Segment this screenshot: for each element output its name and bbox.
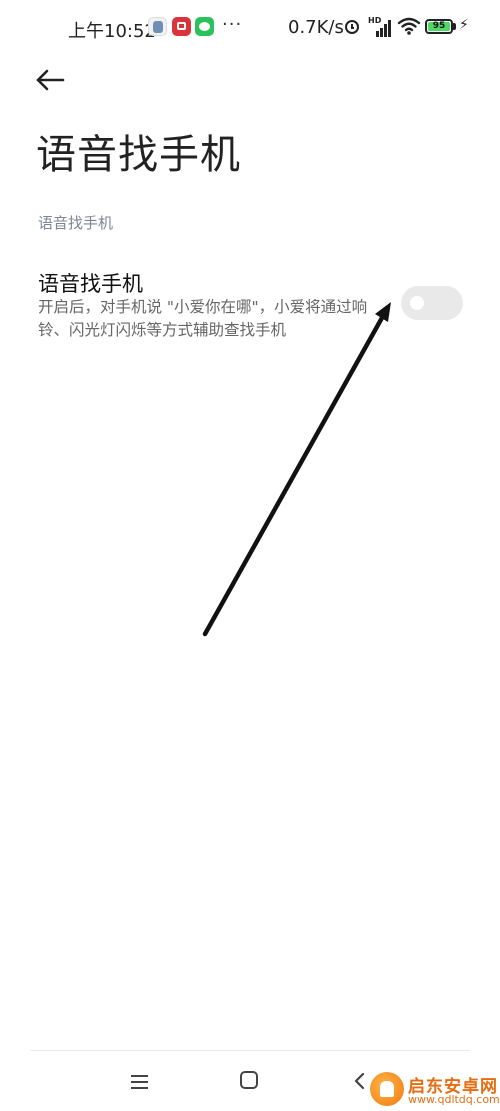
battery-icon: 95 bbox=[425, 19, 453, 34]
nav-divider bbox=[30, 1050, 470, 1051]
wifi-icon bbox=[397, 16, 421, 36]
battery-level: 95 bbox=[432, 21, 446, 31]
setting-description: 开启后，对手机说 "小爱你在哪"，小爱将通过响铃、闪光灯闪烁等方式辅助查找手机 bbox=[38, 298, 368, 339]
phone-screen: 上午10:52 ··· 0.7K/s HD 95 ⚡ 语音找手机 语音找手机 语… bbox=[0, 0, 500, 1111]
network-speed: 0.7K/s bbox=[288, 17, 344, 38]
menu-button[interactable] bbox=[128, 1072, 152, 1092]
app-notification-icon bbox=[148, 17, 167, 36]
setting-title: 语音找手机 bbox=[38, 272, 143, 296]
charging-icon: ⚡ bbox=[459, 17, 469, 33]
wechat-icon bbox=[195, 17, 214, 36]
arrow-left-icon bbox=[36, 69, 65, 91]
signal-bar bbox=[384, 24, 387, 37]
back-button[interactable] bbox=[34, 64, 68, 96]
page-title: 语音找手机 bbox=[36, 132, 241, 178]
voice-find-phone-toggle[interactable] bbox=[401, 286, 463, 320]
nav-back-button[interactable] bbox=[352, 1071, 368, 1091]
toggle-knob bbox=[410, 296, 424, 310]
menu-icon bbox=[131, 1075, 148, 1077]
status-time: 上午10:52 bbox=[68, 21, 156, 42]
menu-icon bbox=[131, 1087, 148, 1089]
watermark: 启东安卓网 www.qdltdq.com bbox=[370, 1070, 500, 1108]
section-header: 语音找手机 bbox=[38, 214, 114, 232]
home-button[interactable] bbox=[240, 1071, 258, 1089]
watermark-url: www.qdltdq.com bbox=[408, 1093, 500, 1106]
menu-icon bbox=[131, 1081, 148, 1083]
battery-cap bbox=[453, 23, 456, 30]
back-icon bbox=[354, 1072, 365, 1090]
status-bar: 上午10:52 ··· 0.7K/s HD 95 ⚡ bbox=[0, 0, 500, 56]
signal-icon: HD bbox=[368, 17, 392, 37]
signal-bar bbox=[380, 28, 383, 37]
more-notifications-icon: ··· bbox=[222, 14, 243, 35]
alarm-icon bbox=[345, 20, 359, 34]
watermark-logo-icon bbox=[370, 1072, 404, 1106]
voice-find-phone-setting[interactable]: 语音找手机 开启后，对手机说 "小爱你在哪"，小爱将通过响铃、闪光灯闪烁等方式辅… bbox=[0, 262, 500, 350]
red-app-icon bbox=[172, 17, 191, 36]
signal-bar bbox=[376, 31, 379, 37]
signal-hd-label: HD bbox=[368, 16, 382, 25]
signal-bar bbox=[388, 20, 391, 37]
